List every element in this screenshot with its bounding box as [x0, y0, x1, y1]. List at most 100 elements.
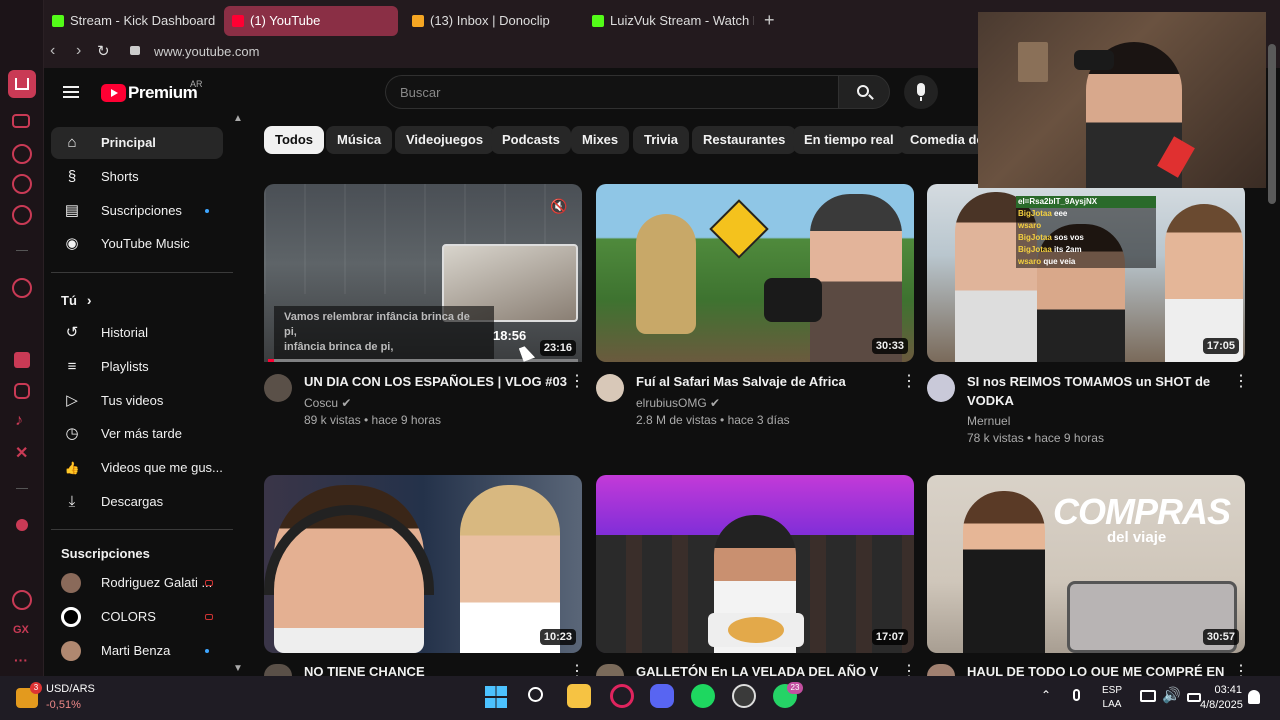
search-icon[interactable]	[528, 687, 543, 702]
channel-avatar[interactable]	[927, 664, 955, 676]
more-actions-icon[interactable]: ⋮	[1233, 664, 1243, 676]
nav-historial[interactable]: ↺ Historial	[51, 317, 223, 349]
notifications-icon[interactable]	[1248, 690, 1260, 704]
chip-podcasts[interactable]: Podcasts	[491, 126, 571, 154]
channel-avatar[interactable]	[596, 664, 624, 676]
spotify-icon[interactable]	[691, 684, 715, 708]
discord-icon[interactable]	[650, 684, 674, 708]
channel-avatar[interactable]	[596, 374, 624, 402]
nav-liked-videos[interactable]: 👍 Videos que me gus...	[51, 452, 223, 484]
obs-icon[interactable]	[732, 684, 756, 708]
nav-descargas[interactable]: ⤓ Descargas	[51, 486, 223, 518]
channel-name[interactable]: Coscu ✔	[304, 394, 351, 412]
chip-comedia[interactable]: Comedia de s	[899, 126, 979, 154]
channel-name[interactable]: elrubiusOMG ✔	[636, 394, 720, 412]
mute-icon[interactable]: 🔇	[550, 198, 568, 216]
nav-tus-videos[interactable]: ▷ Tus videos	[51, 385, 223, 417]
reload-icon[interactable]: ↻	[97, 42, 110, 60]
video-thumbnail[interactable]: 10:23	[264, 475, 582, 653]
vpn-icon[interactable]	[12, 590, 32, 610]
chip-restaurantes[interactable]: Restaurantes	[692, 126, 797, 154]
url-field[interactable]: www.youtube.com	[154, 44, 260, 59]
gx-icon[interactable]: GX	[13, 624, 29, 636]
more-actions-icon[interactable]: ⋮	[1233, 374, 1249, 390]
tab-donoclip[interactable]: (13) Inbox | Donoclip	[404, 6, 580, 36]
channel-avatar[interactable]	[927, 374, 955, 402]
video-title[interactable]: NO TIENE CHANCE	[304, 662, 425, 676]
home-sidebar-button[interactable]	[8, 70, 36, 98]
aria-icon[interactable]	[12, 144, 32, 164]
tab-kick-dashboard[interactable]: Stream - Kick Dashboard	[44, 6, 220, 36]
more-actions-icon[interactable]: ⋮	[569, 664, 579, 676]
player-icon[interactable]	[16, 519, 28, 531]
nav-shorts[interactable]: § Shorts	[51, 161, 223, 193]
network-icon[interactable]	[1140, 690, 1156, 702]
chip-en-tiempo-real[interactable]: En tiempo real	[793, 126, 905, 154]
more-icon[interactable]: ···	[14, 652, 28, 668]
more-actions-icon[interactable]: ⋮	[901, 664, 911, 676]
new-tab-button[interactable]: +	[764, 10, 775, 30]
battery-icon[interactable]	[1187, 693, 1201, 702]
channel-avatar[interactable]	[264, 374, 292, 402]
opera-gx-icon[interactable]	[610, 684, 634, 708]
hamburger-menu-icon[interactable]	[63, 86, 79, 98]
clock[interactable]: 03:41 4/8/2025	[1200, 683, 1243, 713]
youtube-logo[interactable]: Premium AR	[101, 79, 203, 106]
you-section-header[interactable]: Tú ›	[61, 292, 92, 308]
preview-progress-track[interactable]	[268, 359, 578, 362]
guide-scroll-up-icon[interactable]: ▲	[233, 113, 243, 124]
volume-icon[interactable]: 🔊	[1162, 686, 1181, 704]
guide-scroll-down-icon[interactable]: ▼	[233, 663, 243, 674]
video-thumbnail[interactable]: 30:33	[596, 184, 914, 362]
nav-playlists[interactable]: ≡ Playlists	[51, 351, 223, 383]
page-scrollbar[interactable]	[1268, 44, 1276, 204]
back-arrow-icon[interactable]: ‹	[50, 42, 55, 60]
more-actions-icon[interactable]: ⋮	[569, 374, 585, 390]
chip-trivia[interactable]: Trivia	[633, 126, 689, 154]
video-title[interactable]: UN DIA CON LOS ESPAÑOLES | VLOG #03	[304, 372, 567, 391]
video-thumbnail[interactable]: COMPRAS del viaje 30:57	[927, 475, 1245, 653]
subscription-rodriguez-galati[interactable]: Rodriguez Galati ...	[51, 567, 223, 599]
extension-icon[interactable]	[12, 278, 32, 298]
microphone-tray-icon[interactable]	[1073, 689, 1080, 701]
x-twitter-icon[interactable]: ✕	[15, 443, 28, 463]
forward-arrow-icon[interactable]: ›	[76, 42, 81, 60]
gamepad-icon[interactable]	[12, 114, 30, 128]
more-actions-icon[interactable]: ⋮	[901, 374, 917, 390]
chip-musica[interactable]: Música	[326, 126, 393, 154]
video-title[interactable]: SI nos REIMOS TOMAMOS un SHOT de VODKA	[967, 372, 1227, 410]
tab-luizvuk-stream[interactable]: LuizVuk Stream - Watch L	[584, 6, 754, 36]
tray-chevron-up-icon[interactable]: ⌃	[1041, 688, 1051, 702]
video-thumbnail[interactable]: 17:07	[596, 475, 914, 653]
weather-widget[interactable]: 3 USD/ARS -0,51%	[16, 680, 136, 716]
workspace-icon[interactable]	[12, 205, 32, 225]
tab-youtube[interactable]: (1) YouTube	[224, 6, 398, 36]
channel-name[interactable]: Mernuel	[967, 412, 1010, 430]
instagram-icon[interactable]	[14, 383, 30, 399]
nav-ver-mas-tarde[interactable]: ◷ Ver más tarde	[51, 418, 223, 450]
chip-mixes[interactable]: Mixes	[571, 126, 630, 154]
video-title[interactable]: HAUL DE TODO LO QUE ME COMPRÉ EN	[967, 662, 1224, 676]
file-explorer-icon[interactable]	[567, 684, 591, 708]
search-input[interactable]: Buscar	[385, 75, 839, 109]
nav-principal[interactable]: ⌂ Principal	[51, 127, 223, 159]
twitch-icon[interactable]	[14, 352, 30, 368]
video-title[interactable]: GALLETÓN En LA VELADA DEL AÑO V	[636, 662, 878, 676]
subscription-marti-benza[interactable]: Marti Benza	[51, 635, 223, 667]
subscription-colors[interactable]: COLORS	[51, 601, 223, 633]
video-thumbnail-preview[interactable]: 🔇 Vamos relembrar infância brinca de pi,…	[264, 184, 582, 362]
chat-msg: its 2am	[1054, 245, 1082, 254]
nav-suscripciones[interactable]: ▤ Suscripciones	[51, 195, 223, 227]
windows-start-icon[interactable]	[485, 686, 507, 708]
channel-avatar[interactable]	[264, 664, 292, 676]
video-stats: 78 k vistas • hace 9 horas	[967, 431, 1104, 445]
chip-todos[interactable]: Todos	[264, 126, 325, 154]
video-title[interactable]: Fuí al Safari Mas Salvaje de Africa	[636, 372, 846, 391]
nav-youtube-music[interactable]: ◉ YouTube Music	[51, 228, 223, 260]
voice-search-button[interactable]	[904, 75, 938, 109]
tiktok-icon[interactable]: ♪	[15, 412, 23, 430]
search-button[interactable]	[838, 75, 890, 109]
language-indicator[interactable]: ESP LAA	[1102, 684, 1122, 712]
messenger-icon[interactable]	[12, 174, 32, 194]
chip-videojuegos[interactable]: Videojuegos	[395, 126, 495, 154]
